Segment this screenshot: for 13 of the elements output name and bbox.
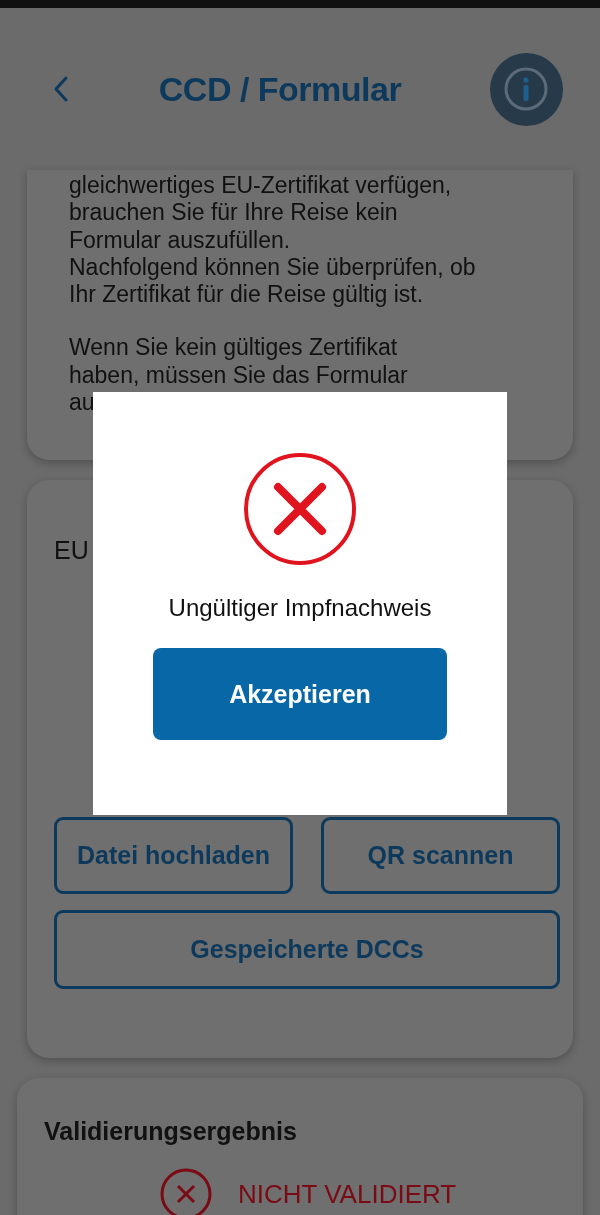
accept-button[interactable]: Akzeptieren — [153, 648, 447, 740]
validation-status: NICHT VALIDIERT — [238, 1178, 457, 1210]
section-title: EU — [54, 536, 89, 565]
outline-button[interactable]: Gespeicherte DCCs — [54, 910, 560, 989]
info-paragraph: gleichwertiges EU-Zertifikat verfügen, brauchen Sie für Ihre Reise kein Formular auszufüllen. Nachfolgend können Sie überprüfen, ob Ihr Zertifikat für die Reise gültig ist. — [69, 172, 477, 309]
info-icon — [503, 66, 550, 112]
back-icon[interactable] — [52, 74, 70, 104]
outline-button[interactable]: QR scannen — [321, 817, 560, 894]
dialog-message: Ungültiger Impfnachweis — [168, 594, 432, 622]
section-title: Validierungsergebnis — [44, 1117, 297, 1146]
outline-button[interactable]: Datei hochladen — [54, 817, 293, 894]
info-paragraph: Wenn Sie kein gültiges Zertifikat haben, müssen Sie das Formular au — [69, 334, 409, 417]
screen-title: CCD / Formular — [158, 69, 402, 109]
